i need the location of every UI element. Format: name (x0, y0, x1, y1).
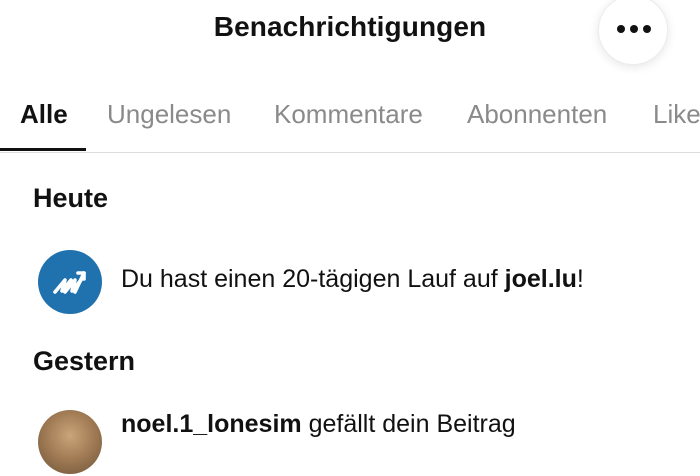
notification-item-streak[interactable]: Du hast einen 20-tägigen Lauf auf joel.l… (0, 250, 700, 316)
streak-trend-icon (38, 250, 102, 314)
notification-text-body: gefällt dein Beitrag (301, 410, 516, 438)
tab-likes[interactable]: Likes (653, 99, 700, 130)
tab-unread[interactable]: Ungelesen (107, 99, 231, 130)
more-horizontal-icon (615, 25, 651, 35)
notification-text-prefix: Du hast einen 20-tägigen Lauf auf (121, 265, 505, 293)
notification-account-name[interactable]: joel.lu (505, 265, 577, 293)
notification-text-suffix: ! (576, 265, 584, 293)
streak-trend-glyph (53, 271, 86, 294)
notification-username[interactable]: noel.1_lonesim (121, 410, 302, 438)
tab-all[interactable]: Alle (20, 99, 68, 130)
dot (643, 25, 651, 33)
notification-text: noel.1_lonesim gefällt dein Beitrag (121, 410, 516, 439)
dot (630, 25, 638, 33)
dot (617, 25, 625, 33)
section-heading-today: Heute (33, 183, 109, 213)
tab-comments[interactable]: Kommentare (274, 99, 423, 130)
section-heading-yesterday: Gestern (33, 346, 136, 376)
active-tab-indicator (0, 148, 86, 151)
tab-followers[interactable]: Abonnenten (467, 99, 607, 130)
tab-bar: Alle Ungelesen Kommentare Abonnenten Lik… (0, 96, 700, 153)
more-options-button[interactable] (598, 0, 668, 65)
page-title: Benachrichtigungen (213, 11, 487, 42)
notification-text: Du hast einen 20-tägigen Lauf auf joel.l… (121, 265, 584, 294)
header-bar: Benachrichtigungen (0, 0, 700, 65)
